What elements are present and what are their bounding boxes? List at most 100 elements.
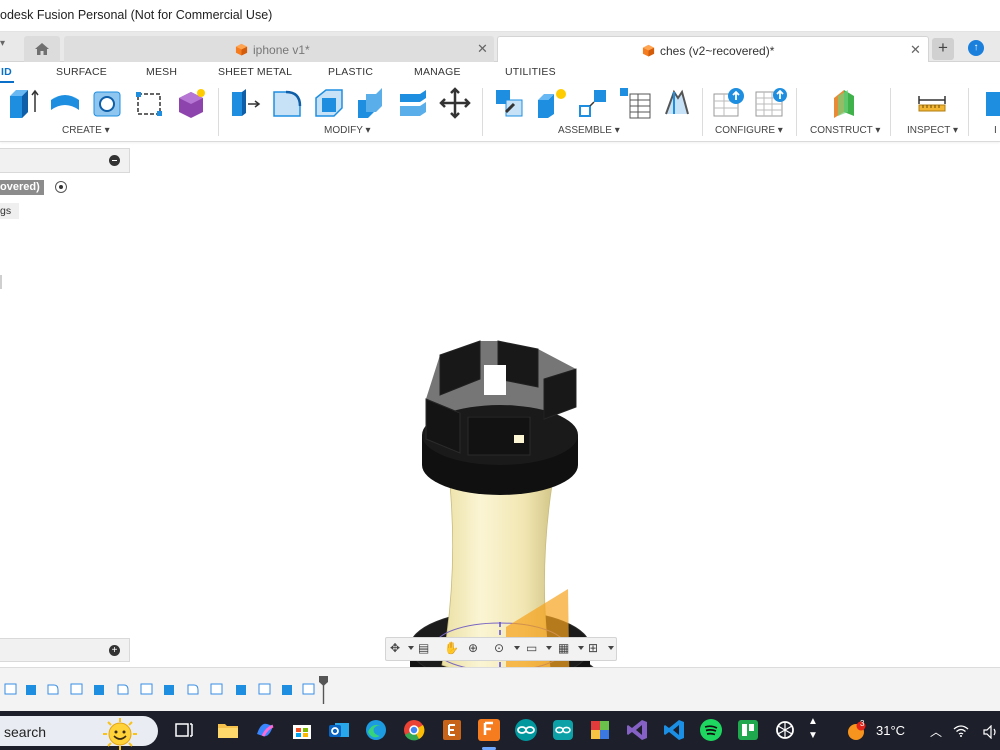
tab-ches[interactable]: ches (v2~recovered)* ✕ [497,36,929,62]
fillet-button[interactable] [270,86,304,120]
close-tab-icon[interactable]: ✕ [477,41,488,57]
timeline-fillet-icon[interactable] [46,682,60,696]
chatgpt-icon[interactable] [773,718,797,742]
wifi-icon[interactable] [953,725,969,737]
new-joint-button[interactable] [492,86,526,120]
fusion-360-icon[interactable] [477,718,501,742]
viewports-icon[interactable]: ⊞ [588,641,614,659]
joint-origin-button[interactable] [576,86,610,120]
joint-origin-icon [579,90,606,117]
configure-button[interactable] [712,86,746,120]
form-button[interactable] [174,86,208,120]
taskbar-scroll-icon[interactable]: ▲ ▼ [808,715,818,743]
split-body-button[interactable] [396,86,430,120]
create-menu[interactable]: CREATE ▾ [62,125,110,136]
arduino-icon[interactable] [514,718,538,742]
construct-menu[interactable]: CONSTRUCT ▾ [810,125,880,136]
design-cube-icon [642,44,655,57]
zoom-icon[interactable]: ⊕ [468,641,486,659]
revolve-button[interactable] [48,86,82,120]
configuration-table-button[interactable] [754,86,788,120]
display-settings-icon[interactable]: ▭ [526,641,552,659]
offset-plane-button[interactable] [828,86,862,120]
grid-settings-icon[interactable]: ▦ [558,641,584,659]
edge-browser-icon[interactable] [364,718,388,742]
insert-button[interactable] [982,86,1000,120]
timeline-extrude-icon[interactable] [162,682,176,696]
timeline-sketch-icon[interactable] [70,682,84,696]
look-at-icon[interactable]: ▤ [418,641,436,659]
activate-component-radio-icon[interactable] [55,181,67,193]
timeline-fillet-icon[interactable] [186,682,200,696]
ribbon-tab-utilities[interactable]: UTILITIES [505,66,556,78]
shell-button[interactable] [354,86,388,120]
ribbon-tab-plastic[interactable]: PLASTIC [328,66,373,78]
chrome-browser-icon[interactable] [402,718,426,742]
pan-hand-icon[interactable]: ✋ [444,641,462,659]
timeline-extrude-icon[interactable] [234,682,248,696]
timeline-fillet-icon[interactable] [116,682,130,696]
browser-item-settings[interactable]: gs [0,203,20,219]
app-e-icon[interactable] [440,718,464,742]
timeline-extrude-icon[interactable] [92,682,106,696]
sketch-button[interactable] [132,86,166,120]
toolbar-separator [218,88,219,136]
timeline-sketch-icon[interactable] [210,682,224,696]
ribbon-tab-surface[interactable]: SURFACE [56,66,107,78]
tab-menu-chevron-icon[interactable]: ▾ [0,38,18,56]
add-comment-icon[interactable]: + [109,645,120,656]
browser-panel-header[interactable] [0,148,130,173]
home-tab[interactable] [24,36,60,62]
show-hidden-icons-chevron-icon[interactable]: ︿ [930,723,942,740]
file-explorer-icon[interactable] [216,718,240,742]
timeline-marker-icon[interactable] [319,676,328,704]
hole-button[interactable] [90,86,124,120]
insert-menu[interactable]: I [994,125,997,136]
tab-iphone[interactable]: iphone v1* ✕ [64,36,494,62]
browser-root-node[interactable]: overed) [0,180,44,195]
ribbon-tab-sheet-metal[interactable]: SHEET METAL [218,66,292,78]
orbit-icon[interactable]: ✥ [390,641,414,659]
comments-panel-header[interactable]: + [0,638,130,662]
3d-viewport[interactable] [0,142,1000,750]
inspect-menu[interactable]: INSPECT ▾ [907,125,958,136]
rigid-group-button[interactable] [618,86,652,120]
ribbon-tab-manage[interactable]: MANAGE [414,66,461,78]
planner-app-icon[interactable] [736,718,760,742]
new-component-button[interactable] [6,86,40,120]
vscode-icon[interactable] [662,718,686,742]
configure-menu[interactable]: CONFIGURE ▾ [715,125,783,136]
help-icon[interactable]: ↑ [968,40,984,56]
color-blocks-app-icon[interactable] [588,718,612,742]
measure-button[interactable] [915,86,949,120]
as-built-joint-button[interactable] [534,86,568,120]
arduino-ide-icon[interactable] [551,718,575,742]
collapse-panel-icon[interactable] [109,155,120,166]
timeline-extrude-icon[interactable] [24,682,38,696]
spotify-icon[interactable] [699,718,723,742]
timeline-sketch-icon[interactable] [4,682,18,696]
timeline-sketch-icon[interactable] [302,682,316,696]
motion-link-button[interactable] [660,86,694,120]
outlook-icon[interactable] [327,718,351,742]
close-tab-icon[interactable]: ✕ [910,42,921,58]
press-pull-button[interactable] [228,86,262,120]
zoom-window-icon[interactable]: ⊙ [494,641,520,659]
ribbon-tab-mesh[interactable]: MESH [146,66,177,78]
task-view-icon[interactable] [172,718,196,742]
modify-menu[interactable]: MODIFY ▾ [324,125,371,136]
speaker-icon[interactable] [982,725,1000,739]
microsoft-store-icon[interactable] [290,718,314,742]
move-copy-button[interactable] [438,86,472,120]
copilot-icon[interactable] [253,718,277,742]
timeline-sketch-icon[interactable] [140,682,154,696]
design-timeline[interactable] [0,667,1000,711]
taskbar-search-box[interactable]: search [0,716,158,750]
timeline-extrude-icon[interactable] [280,682,294,696]
visual-studio-icon[interactable] [625,718,649,742]
assemble-menu[interactable]: ASSEMBLE ▾ [558,125,620,136]
chamfer-button[interactable] [312,86,346,120]
ribbon-tab-solid[interactable]: ID [1,66,12,78]
timeline-sketch-icon[interactable] [258,682,272,696]
new-tab-button[interactable]: + [932,38,954,60]
